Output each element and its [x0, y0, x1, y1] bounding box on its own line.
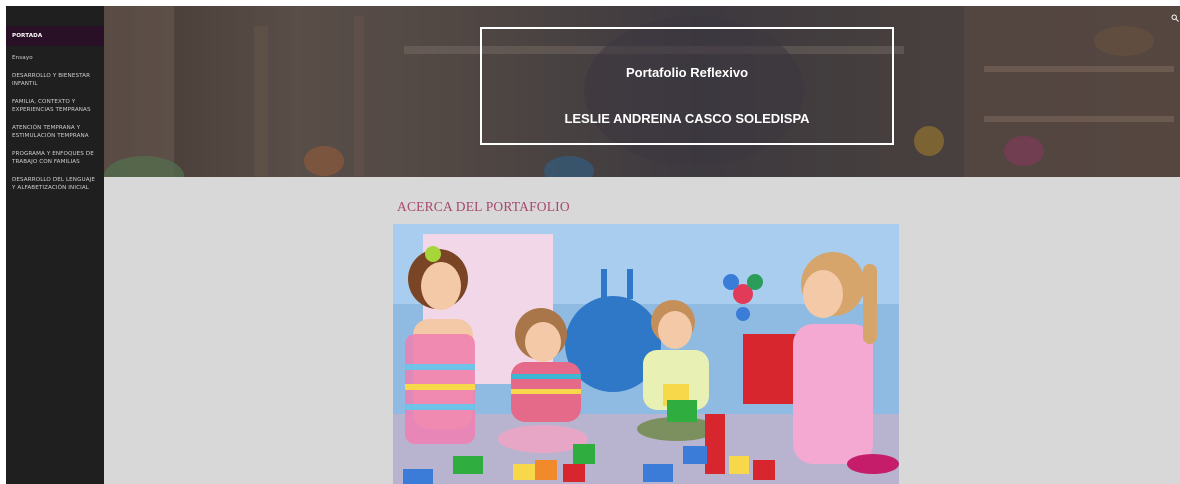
site-title: Portafolio Reflexivo: [625, 65, 749, 80]
sidebar-item-portada[interactable]: PORTADA: [6, 26, 104, 46]
sidebar-item-desarrollo-bienestar[interactable]: DESARROLLO Y BIENESTAR INFANTIL: [6, 72, 104, 88]
section-title: ACERCA DEL PORTAFOLIO: [397, 199, 570, 214]
sidebar-nav: PORTADA Ensayo DESARROLLO Y BIENESTAR IN…: [6, 6, 104, 484]
sidebar-item-programa-enfoques[interactable]: PROGRAMA Y ENFOQUES DE TRABAJO CON FAMIL…: [6, 150, 104, 166]
author-name: LESLIE ANDREINA CASCO SOLEDISPA: [564, 111, 810, 126]
sidebar-item-familia-contexto[interactable]: FAMILIA, CONTEXTO Y EXPERIENCIAS TEMPRAN…: [6, 98, 104, 114]
sidebar-item-ensayo[interactable]: Ensayo: [6, 54, 104, 62]
page-frame: PORTADA Ensayo DESARROLLO Y BIENESTAR IN…: [6, 6, 1180, 484]
sidebar-item-atencion-temprana[interactable]: ATENCIÓN TEMPRANA Y ESTIMULACIÓN TEMPRAN…: [6, 124, 104, 140]
sidebar-item-desarrollo-lenguaje[interactable]: DESARROLLO DEL LENGUAJE Y ALFABETIZACIÓN…: [6, 176, 104, 192]
search-icon[interactable]: [1171, 7, 1179, 22]
header-banner: Portafolio Reflexivo LESLIE ANDREINA CAS…: [104, 6, 1180, 177]
children-playing-photo: [393, 224, 899, 484]
title-box: Portafolio Reflexivo LESLIE ANDREINA CAS…: [480, 27, 894, 145]
